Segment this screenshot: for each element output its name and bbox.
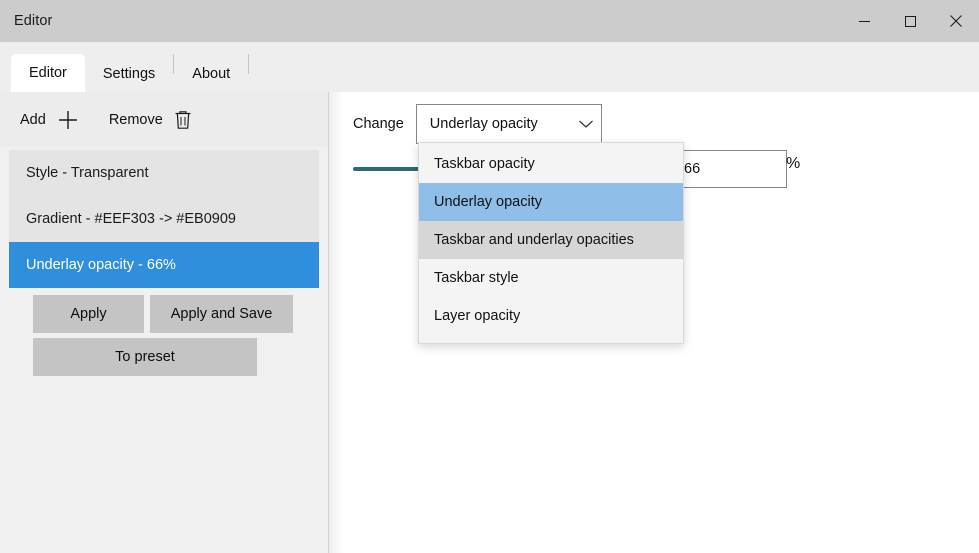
close-button[interactable] xyxy=(933,0,979,42)
to-preset-button[interactable]: To preset xyxy=(33,338,257,376)
remove-button-label: Remove xyxy=(108,111,163,128)
caption-button-group xyxy=(841,0,979,42)
close-icon xyxy=(949,14,963,28)
dropdown-option-taskbar-opacity[interactable]: Taskbar opacity xyxy=(419,145,683,183)
remove-button[interactable]: Remove xyxy=(109,110,192,130)
tab-settings[interactable]: Settings xyxy=(85,56,173,92)
dropdown-option-label: Taskbar style xyxy=(434,270,519,286)
list-item[interactable]: Style - Transparent xyxy=(9,150,319,196)
plus-icon xyxy=(57,109,79,131)
list-item-label: Gradient - #EEF303 -> #EB0909 xyxy=(26,211,236,227)
tab-settings-label: Settings xyxy=(102,66,156,82)
minimize-icon xyxy=(858,15,871,28)
change-row: Change Underlay opacity xyxy=(353,104,602,144)
list-item[interactable]: Underlay opacity - 66% xyxy=(9,242,319,288)
maximize-button[interactable] xyxy=(887,0,933,42)
maximize-icon xyxy=(904,15,917,28)
change-label: Change xyxy=(353,116,404,132)
style-list: Style - Transparent Gradient - #EEF303 -… xyxy=(9,150,319,288)
dropdown-option-label: Layer opacity xyxy=(434,308,521,324)
tab-about[interactable]: About xyxy=(174,56,248,92)
sidebar-divider xyxy=(328,92,329,553)
list-item[interactable]: Gradient - #EEF303 -> #EB0909 xyxy=(9,196,319,242)
dropdown-option-taskbar-style[interactable]: Taskbar style xyxy=(419,259,683,297)
chevron-down-icon xyxy=(571,119,601,129)
action-button-row: Apply Apply and Save xyxy=(33,295,293,333)
sidebar-shadow xyxy=(329,92,343,553)
application-window: Editor Editor Settings About Add Remove … xyxy=(0,0,979,553)
dropdown-option-taskbar-and-underlay-opacities[interactable]: Taskbar and underlay opacities xyxy=(419,221,683,259)
title-bar: Editor xyxy=(0,0,979,42)
change-dropdown-list: Taskbar opacity Underlay opacity Taskbar… xyxy=(418,142,684,344)
apply-button[interactable]: Apply xyxy=(33,295,144,333)
dropdown-option-layer-opacity[interactable]: Layer opacity xyxy=(419,297,683,335)
apply-and-save-button[interactable]: Apply and Save xyxy=(150,295,293,333)
dropdown-option-underlay-opacity[interactable]: Underlay opacity xyxy=(419,183,683,221)
tab-editor[interactable]: Editor xyxy=(11,54,85,92)
percent-label: % xyxy=(786,155,801,172)
change-combobox[interactable]: Underlay opacity xyxy=(415,104,602,144)
list-item-label: Underlay opacity - 66% xyxy=(26,257,176,273)
add-button-label: Add xyxy=(20,111,46,128)
opacity-number-value: 66 xyxy=(684,161,701,177)
tab-editor-label: Editor xyxy=(29,65,67,81)
trash-icon xyxy=(174,110,192,130)
minimize-button[interactable] xyxy=(841,0,887,42)
sidebar-toolbar: Add Remove xyxy=(0,92,328,147)
tab-separator-2 xyxy=(248,53,250,74)
dropdown-option-label: Underlay opacity xyxy=(434,194,542,210)
combobox-value: Underlay opacity xyxy=(429,116,538,132)
opacity-number-input[interactable]: 66 xyxy=(675,150,787,188)
tab-about-label: About xyxy=(192,66,231,82)
window-title: Editor xyxy=(14,13,53,29)
list-item-label: Style - Transparent xyxy=(26,165,149,181)
dropdown-option-label: Taskbar opacity xyxy=(434,156,535,172)
dropdown-option-label: Taskbar and underlay opacities xyxy=(434,232,634,248)
sidebar-panel: Add Remove Style - Transparent Gradient … xyxy=(0,92,328,553)
add-button[interactable]: Add xyxy=(20,109,79,131)
tab-strip: Editor Settings About xyxy=(0,42,979,92)
